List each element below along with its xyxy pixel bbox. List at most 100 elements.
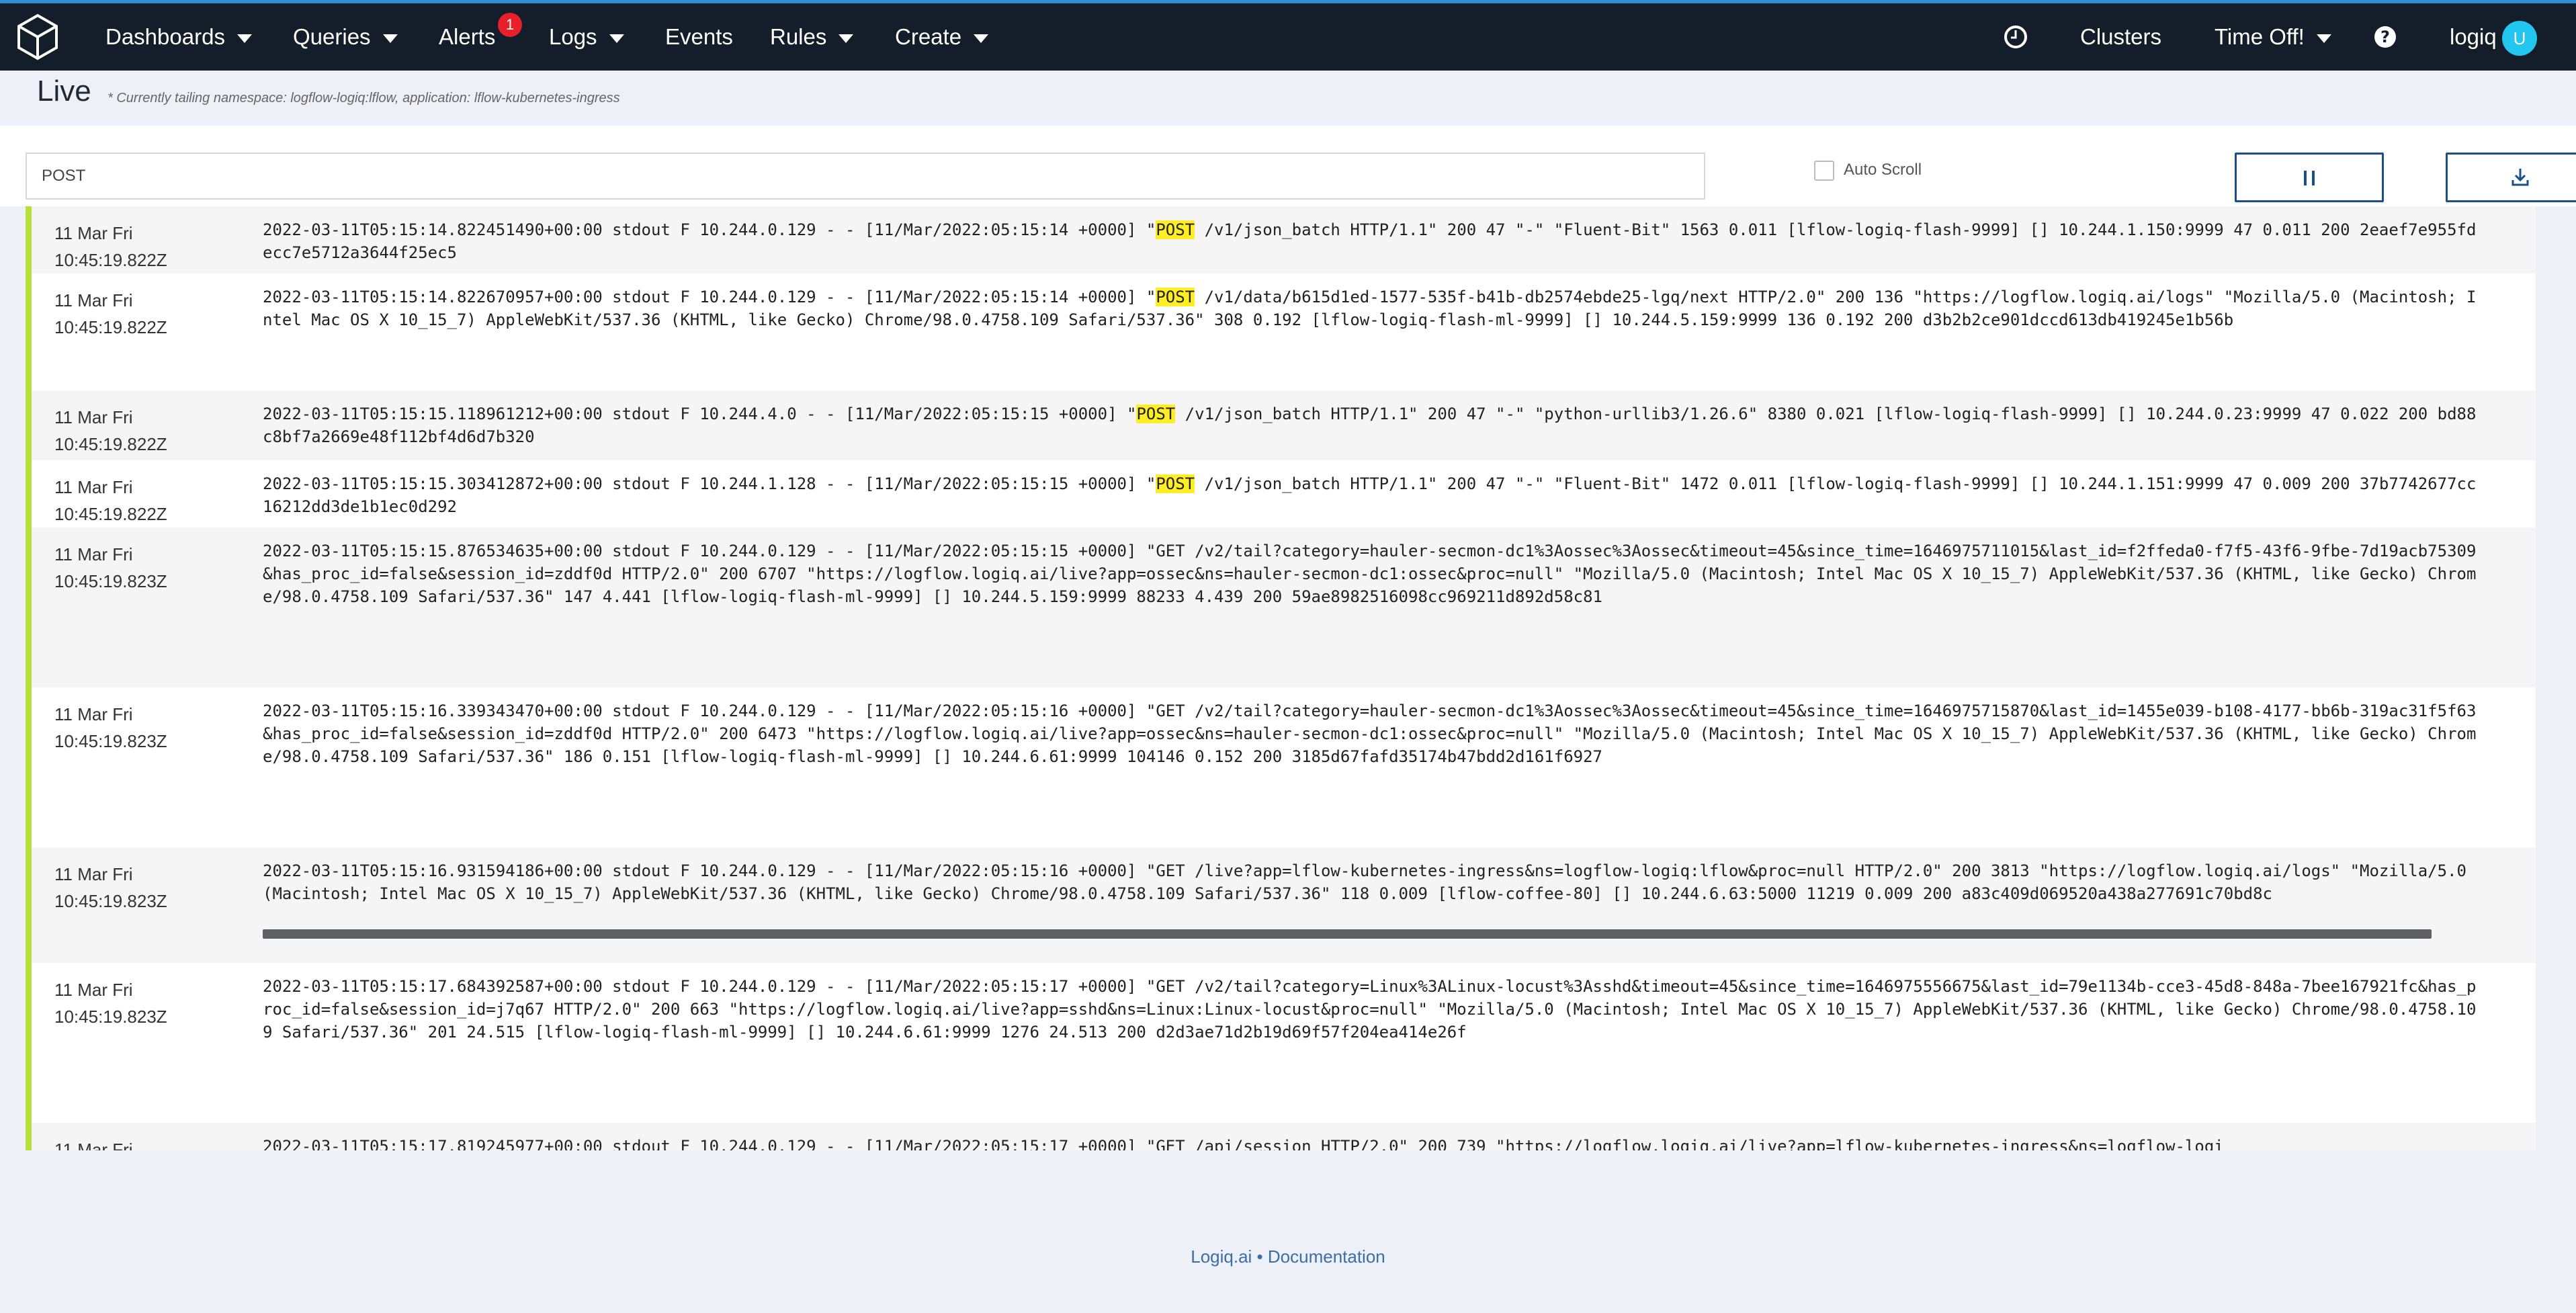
log-message: 2022-03-11T05:15:17.684392587+00:00 stdo… [263,977,2477,1042]
nav-events[interactable]: Events [665,3,733,71]
nav-events-label: Events [665,24,733,49]
top-navbar: Dashboards Queries Alerts 1 Logs Events … [0,3,2576,71]
chevron-down-icon [2316,34,2331,43]
nav-alerts-label: Alerts [439,24,496,49]
log-text: 2022-03-11T05:15:14.822670957+00:00 stdo… [263,288,1156,306]
auto-scroll-toggle[interactable]: Auto Scroll [1814,157,1922,183]
nav-alerts[interactable]: Alerts 1 [439,3,522,71]
log-date: 11 Mar Fri [54,477,133,497]
log-row[interactable]: 11 Mar Fri 10:45:19.823Z 2022-03-11T05:15… [32,687,2536,847]
nav-time-off-label: Time Off! [2215,24,2305,49]
alerts-count-badge: 1 [498,13,522,37]
log-message: 2022-03-11T05:15:14.822451490+00:00 stdo… [263,218,2480,264]
log-text: 2022-03-11T05:15:15.303412872+00:00 stdo… [263,474,1156,493]
live-controls: Auto Scroll [0,126,2576,206]
log-row[interactable]: 11 Mar Fri 10:45:19.822Z 2022-03-11T05:15… [32,273,2536,390]
log-date: 11 Mar Fri [54,1140,133,1150]
log-date: 11 Mar Fri [54,980,133,1000]
log-row[interactable]: 11 Mar Fri 10:45:19.822Z 2022-03-11T05:15… [32,206,2536,273]
nav-create-label: Create [895,24,962,49]
page-title: Live [37,75,91,108]
clock-icon[interactable] [2002,24,2029,50]
log-timestamp: 11 Mar Fri 10:45:19.823Z [54,861,256,915]
chevron-down-icon [609,34,624,43]
footer-separator: • [1252,1246,1268,1267]
log-message: 2022-03-11T05:15:15.303412872+00:00 stdo… [263,472,2480,518]
search-highlight: POST [1156,220,1195,239]
log-message: 2022-03-11T05:15:16.931594186+00:00 stdo… [263,861,2477,903]
log-text: 2022-03-11T05:15:14.822451490+00:00 stdo… [263,220,1156,239]
footer-docs-link[interactable]: Documentation [1268,1246,1385,1267]
log-text: 2022-03-11T05:15:15.118961212+00:00 stdo… [263,405,1137,423]
download-button[interactable] [2446,153,2576,202]
pause-button[interactable] [2235,153,2384,202]
log-message: 2022-03-11T05:15:15.876534635+00:00 stdo… [263,542,2477,606]
log-time: 10:45:19.823Z [54,891,167,911]
chevron-down-icon [382,34,398,43]
download-icon [2511,169,2529,186]
log-message: 2022-03-11T05:15:16.339343470+00:00 stdo… [263,702,2477,766]
nav-clusters[interactable]: Clusters [2080,3,2161,71]
auto-scroll-checkbox[interactable] [1814,160,1834,181]
log-message: 2022-03-11T05:15:14.822670957+00:00 stdo… [263,286,2480,331]
log-timestamp: 11 Mar Fri 10:45:19.822Z [54,474,256,527]
live-log-table[interactable]: 11 Mar Fri 10:45:19.822Z 2022-03-11T05:15… [26,206,2536,1150]
svg-text:?: ? [2380,28,2390,46]
chevron-down-icon [237,34,252,43]
chevron-down-icon [839,34,854,43]
log-time: 10:45:19.822Z [54,434,167,454]
nav-queries-label: Queries [293,24,371,49]
pause-icon [2304,171,2315,185]
avatar[interactable]: U [2502,21,2537,56]
log-time: 10:45:19.822Z [54,317,167,337]
nav-rules[interactable]: Rules [770,3,854,71]
log-timestamp: 11 Mar Fri 10:45:19.822Z [54,404,256,458]
log-date: 11 Mar Fri [54,544,133,564]
nav-rules-label: Rules [770,24,827,49]
tailing-note: * Currently tailing namespace: logflow-l… [108,91,620,105]
search-highlight: POST [1136,405,1176,423]
log-timestamp: 11 Mar Fri 10:45:19.822Z [54,287,256,341]
help-icon[interactable]: ? [2372,24,2399,50]
search-highlight: POST [1156,474,1195,493]
log-timestamp: 11 Mar Fri 10:45:19.823Z [54,541,256,595]
logiq-logo-icon[interactable] [13,13,62,61]
log-row[interactable]: 11 Mar Fri 2022-03-11T05:15:17.819245977… [32,1123,2536,1150]
row-horizontal-scrollbar[interactable] [263,929,2432,939]
nav-create[interactable]: Create [895,3,989,71]
log-date: 11 Mar Fri [54,290,133,310]
footer-links: Logiq.ai • Documentation [0,1246,2576,1267]
log-row[interactable]: 11 Mar Fri 10:45:19.822Z 2022-03-11T05:15… [32,460,2536,527]
search-input[interactable] [26,153,1705,200]
log-date: 11 Mar Fri [54,407,133,427]
auto-scroll-label: Auto Scroll [1844,161,1922,179]
log-timestamp: 11 Mar Fri 10:45:19.822Z [54,220,256,273]
log-row[interactable]: 11 Mar Fri 10:45:19.823Z 2022-03-11T05:15… [32,963,2536,1123]
footer-brand-link[interactable]: Logiq.ai [1191,1246,1252,1267]
nav-queries[interactable]: Queries [293,3,398,71]
page-header: Live * Currently tailing namespace: logf… [0,71,2576,126]
log-time: 10:45:19.823Z [54,731,167,751]
log-row[interactable]: 11 Mar Fri 10:45:19.823Z 2022-03-11T05:15… [32,527,2536,687]
log-message: 2022-03-11T05:15:17.819245977+00:00 stdo… [263,1137,2224,1150]
log-timestamp: 11 Mar Fri 10:45:19.823Z [54,701,256,755]
log-row[interactable]: 11 Mar Fri 10:45:19.823Z 2022-03-11T05:15… [32,847,2536,963]
log-date: 11 Mar Fri [54,864,133,884]
log-time: 10:45:19.822Z [54,504,167,524]
nav-dashboards[interactable]: Dashboards [105,3,252,71]
nav-logs[interactable]: Logs [549,3,624,71]
log-date: 11 Mar Fri [54,223,133,243]
nav-dashboards-label: Dashboards [105,24,225,49]
user-name[interactable]: logiq [2450,3,2497,71]
chevron-down-icon [974,34,989,43]
log-message: 2022-03-11T05:15:15.118961212+00:00 stdo… [263,403,2480,448]
nav-time-off[interactable]: Time Off! [2215,3,2331,71]
footer: Logiq.ai • Documentation [0,1150,2576,1313]
log-row[interactable]: 11 Mar Fri 10:45:19.822Z 2022-03-11T05:15… [32,390,2536,460]
log-time: 10:45:19.823Z [54,571,167,591]
log-timestamp: 11 Mar Fri 10:45:19.823Z [54,976,256,1030]
search-highlight: POST [1156,288,1195,306]
nav-logs-label: Logs [549,24,597,49]
log-time: 10:45:19.822Z [54,250,167,270]
log-date: 11 Mar Fri [54,704,133,724]
